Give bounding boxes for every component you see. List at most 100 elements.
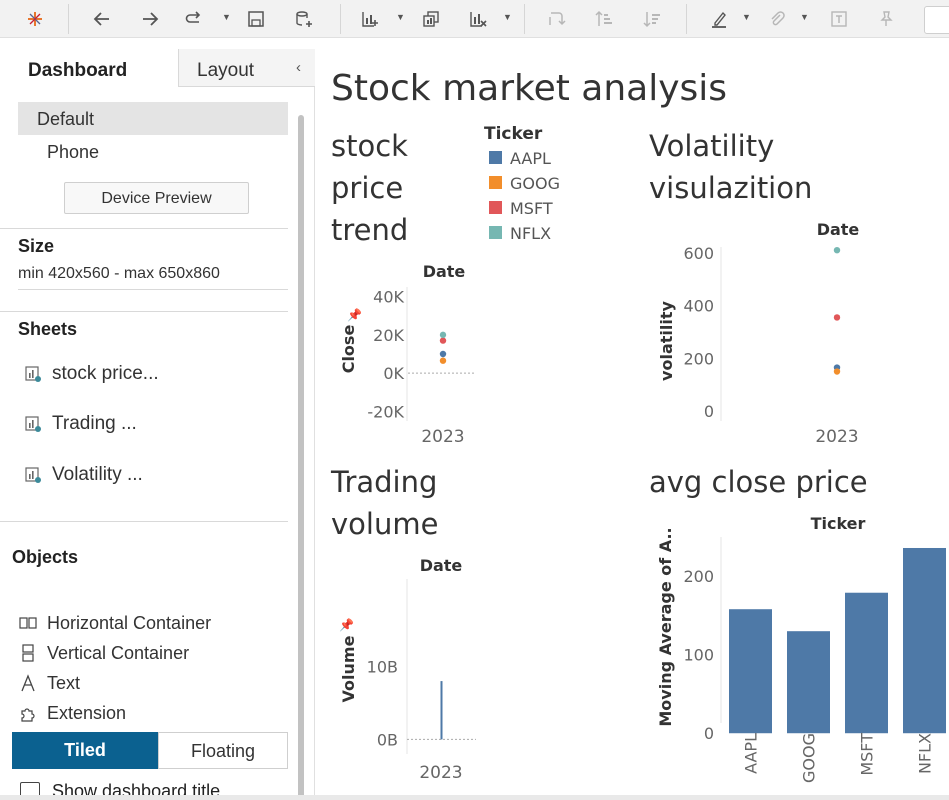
legend-swatch <box>489 201 502 214</box>
chart-title-line: volume <box>331 507 438 541</box>
object-extension[interactable]: Extension <box>18 701 126 725</box>
extension-icon <box>18 703 38 723</box>
device-phone[interactable]: Phone <box>47 142 99 163</box>
x-tick-label: GOOG <box>800 733 819 783</box>
chevron-down-icon[interactable]: ▼ <box>800 12 809 22</box>
legend-swatch <box>489 226 502 239</box>
chevron-down-icon[interactable]: ▼ <box>222 12 231 22</box>
legend-swatch <box>489 151 502 164</box>
y-tick-label: 100 <box>683 646 714 665</box>
data-point-aapl[interactable] <box>439 350 447 358</box>
tab-layout[interactable]: Layout <box>178 49 315 87</box>
chart-marks <box>833 246 841 375</box>
size-title: Size <box>18 236 55 256</box>
legend-item-nflx[interactable]: NFLX <box>489 224 551 243</box>
presentation-mode-button[interactable] <box>924 6 949 34</box>
dashboard-title: Stock market analysis <box>331 68 727 109</box>
chevron-down-icon[interactable]: ▼ <box>396 12 405 22</box>
object-text[interactable]: Text <box>18 671 80 695</box>
chart-marks <box>729 547 946 734</box>
sort-ascending-icon[interactable] <box>590 5 618 33</box>
bar-nflx[interactable] <box>903 547 946 734</box>
x-axis-ticks: AAPL GOOG MSFT NFLX <box>742 733 935 783</box>
object-vertical-container[interactable]: Vertical Container <box>18 641 189 665</box>
new-worksheet-icon[interactable] <box>356 5 384 33</box>
chart-header: Date <box>817 220 860 239</box>
floating-button[interactable]: Floating <box>158 732 288 769</box>
undo-icon[interactable] <box>88 5 116 33</box>
data-point-goog[interactable] <box>833 368 841 375</box>
device-preview-button[interactable]: Device Preview <box>64 182 249 214</box>
bar-goog[interactable] <box>787 631 830 734</box>
data-point-msft[interactable] <box>439 337 447 344</box>
chevron-left-icon[interactable]: ‹ <box>296 59 301 76</box>
dashboard-canvas: Stock market analysis Ticker AAPL GOOG M… <box>316 49 949 800</box>
bar-aapl[interactable] <box>729 609 772 734</box>
pin-icon[interactable]: 📌 <box>347 307 362 322</box>
legend-item-msft[interactable]: MSFT <box>489 199 553 218</box>
paperclip-icon[interactable] <box>763 5 791 33</box>
y-tick-label: 20K <box>373 326 404 345</box>
clear-sheet-icon[interactable] <box>464 5 492 33</box>
y-axis-label: volatility <box>657 300 676 380</box>
chart-title-line: avg close price <box>649 465 868 499</box>
highlight-icon[interactable] <box>705 5 733 33</box>
legend-swatch <box>489 176 502 189</box>
replay-icon[interactable] <box>180 5 208 33</box>
save-icon[interactable] <box>242 5 270 33</box>
swap-axes-icon[interactable] <box>542 5 570 33</box>
toolbar-separator <box>524 4 525 34</box>
x-tick-label: 2023 <box>815 427 858 447</box>
duplicate-sheet-icon[interactable] <box>417 5 445 33</box>
sort-descending-icon[interactable] <box>638 5 666 33</box>
dashboard-svg: Stock market analysis Ticker AAPL GOOG M… <box>330 68 946 783</box>
tableau-logo-icon[interactable] <box>21 5 49 33</box>
data-point-nflx[interactable] <box>833 246 841 254</box>
objects-title: Objects <box>12 547 79 567</box>
chart-title-line: visulazition <box>649 171 812 205</box>
data-point-msft[interactable] <box>833 314 841 321</box>
legend-item-aapl[interactable]: AAPL <box>489 149 551 168</box>
tab-dashboard[interactable]: Dashboard <box>0 49 178 87</box>
x-tick-label: NFLX <box>916 733 935 774</box>
pin-icon[interactable]: 📌 <box>339 617 354 632</box>
tiled-button[interactable]: Tiled <box>12 732 158 769</box>
legend-label: AAPL <box>510 149 551 168</box>
data-point-goog[interactable] <box>439 357 447 364</box>
y-tick-label: 0 <box>704 724 714 743</box>
bar-msft[interactable] <box>845 592 888 734</box>
volume-bar[interactable] <box>440 681 443 740</box>
y-axis-label: Volume <box>339 635 358 702</box>
object-horizontal-container[interactable]: Horizontal Container <box>18 611 211 635</box>
left-panel-scrollbar[interactable] <box>298 115 304 800</box>
sheet-item-stock-price[interactable]: stock price... <box>24 361 159 387</box>
y-axis-ticks: 10B 0B <box>367 658 476 749</box>
divider <box>0 228 288 229</box>
chart-trading-volume: Trading volume Date 10B 0B Volume 📌 2023 <box>330 465 476 783</box>
toolbar: ▼ ▼ ▼ ▼ ▼ <box>0 0 949 38</box>
device-default[interactable]: Default <box>18 102 288 135</box>
pin-icon[interactable] <box>872 5 900 33</box>
divider <box>0 311 288 312</box>
object-label: Vertical Container <box>47 642 190 663</box>
size-dropdown[interactable]: min 420x560 - max 650x860 <box>18 265 220 283</box>
left-panel: Dashboard Layout ‹ Default Phone Device … <box>0 49 315 800</box>
x-tick-label: AAPL <box>742 733 761 774</box>
chevron-down-icon[interactable]: ▼ <box>503 12 512 22</box>
horizontal-container-icon <box>18 613 38 633</box>
worksheet-icon <box>25 366 41 382</box>
redo-icon[interactable] <box>136 5 164 33</box>
data-point-nflx[interactable] <box>439 331 447 339</box>
chart-header: Date <box>423 262 466 281</box>
new-data-source-icon[interactable] <box>290 5 318 33</box>
legend-item-goog[interactable]: GOOG <box>489 174 560 193</box>
sheet-item-trading[interactable]: Trading ... <box>24 411 137 437</box>
y-tick-label: -20K <box>367 402 404 421</box>
sheet-item-label: Volatility ... <box>52 464 143 485</box>
sheet-item-volatility[interactable]: Volatility ... <box>24 462 143 488</box>
chevron-down-icon[interactable]: ▼ <box>742 12 751 22</box>
chart-title-line: Volatility <box>649 129 774 163</box>
legend-label: GOOG <box>510 174 560 193</box>
show-labels-icon[interactable] <box>825 5 853 33</box>
y-tick-label: 40K <box>373 288 404 307</box>
